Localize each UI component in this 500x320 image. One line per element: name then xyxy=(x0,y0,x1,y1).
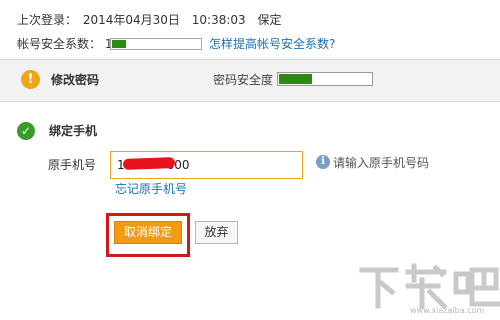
warning-icon: ! xyxy=(21,70,40,89)
change-password-section[interactable]: ! 修改密码 密码安全度 xyxy=(0,59,500,102)
info-icon: i xyxy=(316,155,330,169)
password-strength-bar xyxy=(277,72,373,86)
change-password-title: 修改密码 xyxy=(51,73,100,87)
watermark-logo xyxy=(359,263,500,310)
last-login-time: 10:38:03 xyxy=(191,13,246,27)
redaction-mark xyxy=(122,157,176,170)
last-login-label: 上次登录： xyxy=(17,13,78,27)
security-score-line: 帐号安全系数： 1 xyxy=(17,36,112,52)
security-score-bar xyxy=(110,38,202,50)
bind-phone-title: 绑定手机 xyxy=(49,124,98,138)
security-score-bar-fill xyxy=(112,40,126,48)
security-score-label: 帐号安全系数： xyxy=(17,37,102,51)
unbind-button[interactable]: 取消绑定 xyxy=(114,221,182,244)
abandon-button[interactable]: 放弃 xyxy=(195,221,238,244)
last-login-info: 上次登录： 2014年04月30日 10:38:03 保定 xyxy=(17,12,290,28)
watermark-url: www.xiazaiba.com xyxy=(410,306,485,315)
security-help-link[interactable]: 怎样提高帐号安全系数? xyxy=(209,36,335,52)
password-strength-label: 密码安全度 xyxy=(213,73,274,87)
original-phone-label: 原手机号 xyxy=(48,158,97,172)
last-login-location: 保定 xyxy=(257,13,282,27)
forgot-phone-link[interactable]: 忘记原手机号 xyxy=(115,181,187,197)
last-login-date: 2014年04月30日 xyxy=(82,13,180,27)
check-icon: ✓ xyxy=(17,122,35,140)
password-strength-bar-fill xyxy=(279,74,312,84)
phone-input-hint: 请输入原手机号码 xyxy=(333,156,430,170)
